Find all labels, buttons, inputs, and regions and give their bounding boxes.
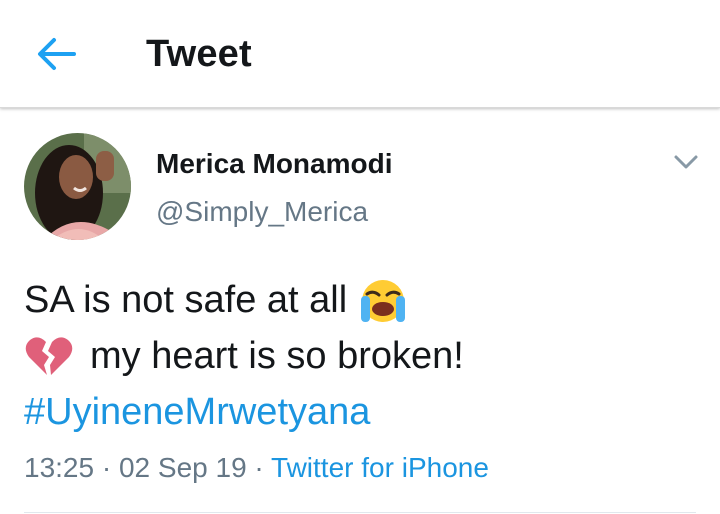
loudly-crying-face-icon xyxy=(359,276,407,324)
separator: · xyxy=(246,452,272,483)
hashtag-link[interactable]: #UyineneMrwetyana xyxy=(24,384,370,440)
author-name[interactable]: Merica Monamodi xyxy=(156,148,392,180)
tweet-source-link[interactable]: Twitter for iPhone xyxy=(271,452,489,483)
broken-heart-icon xyxy=(24,335,74,377)
tweet-time: 13:25 xyxy=(24,452,95,483)
divider xyxy=(24,512,696,513)
separator: · xyxy=(94,452,119,483)
back-button[interactable] xyxy=(34,34,78,74)
top-app-bar: Tweet xyxy=(0,0,720,108)
page-title: Tweet xyxy=(146,33,252,75)
chevron-down-icon xyxy=(674,155,698,169)
tweet-menu-button[interactable] xyxy=(672,150,700,174)
tweet-line-2: my heart is so broken! xyxy=(90,335,464,377)
tweet-metadata: 13:25 · 02 Sep 19 · Twitter for iPhone xyxy=(24,452,489,484)
tweet-line-1: SA is not safe at all xyxy=(24,279,348,321)
tweet-text: SA is not safe at all my heart is so bro… xyxy=(24,272,694,440)
tweet-date: 02 Sep 19 xyxy=(118,452,247,483)
author-handle[interactable]: @Simply_Merica xyxy=(156,196,368,228)
arrow-left-icon xyxy=(38,38,76,70)
avatar[interactable] xyxy=(24,133,131,240)
